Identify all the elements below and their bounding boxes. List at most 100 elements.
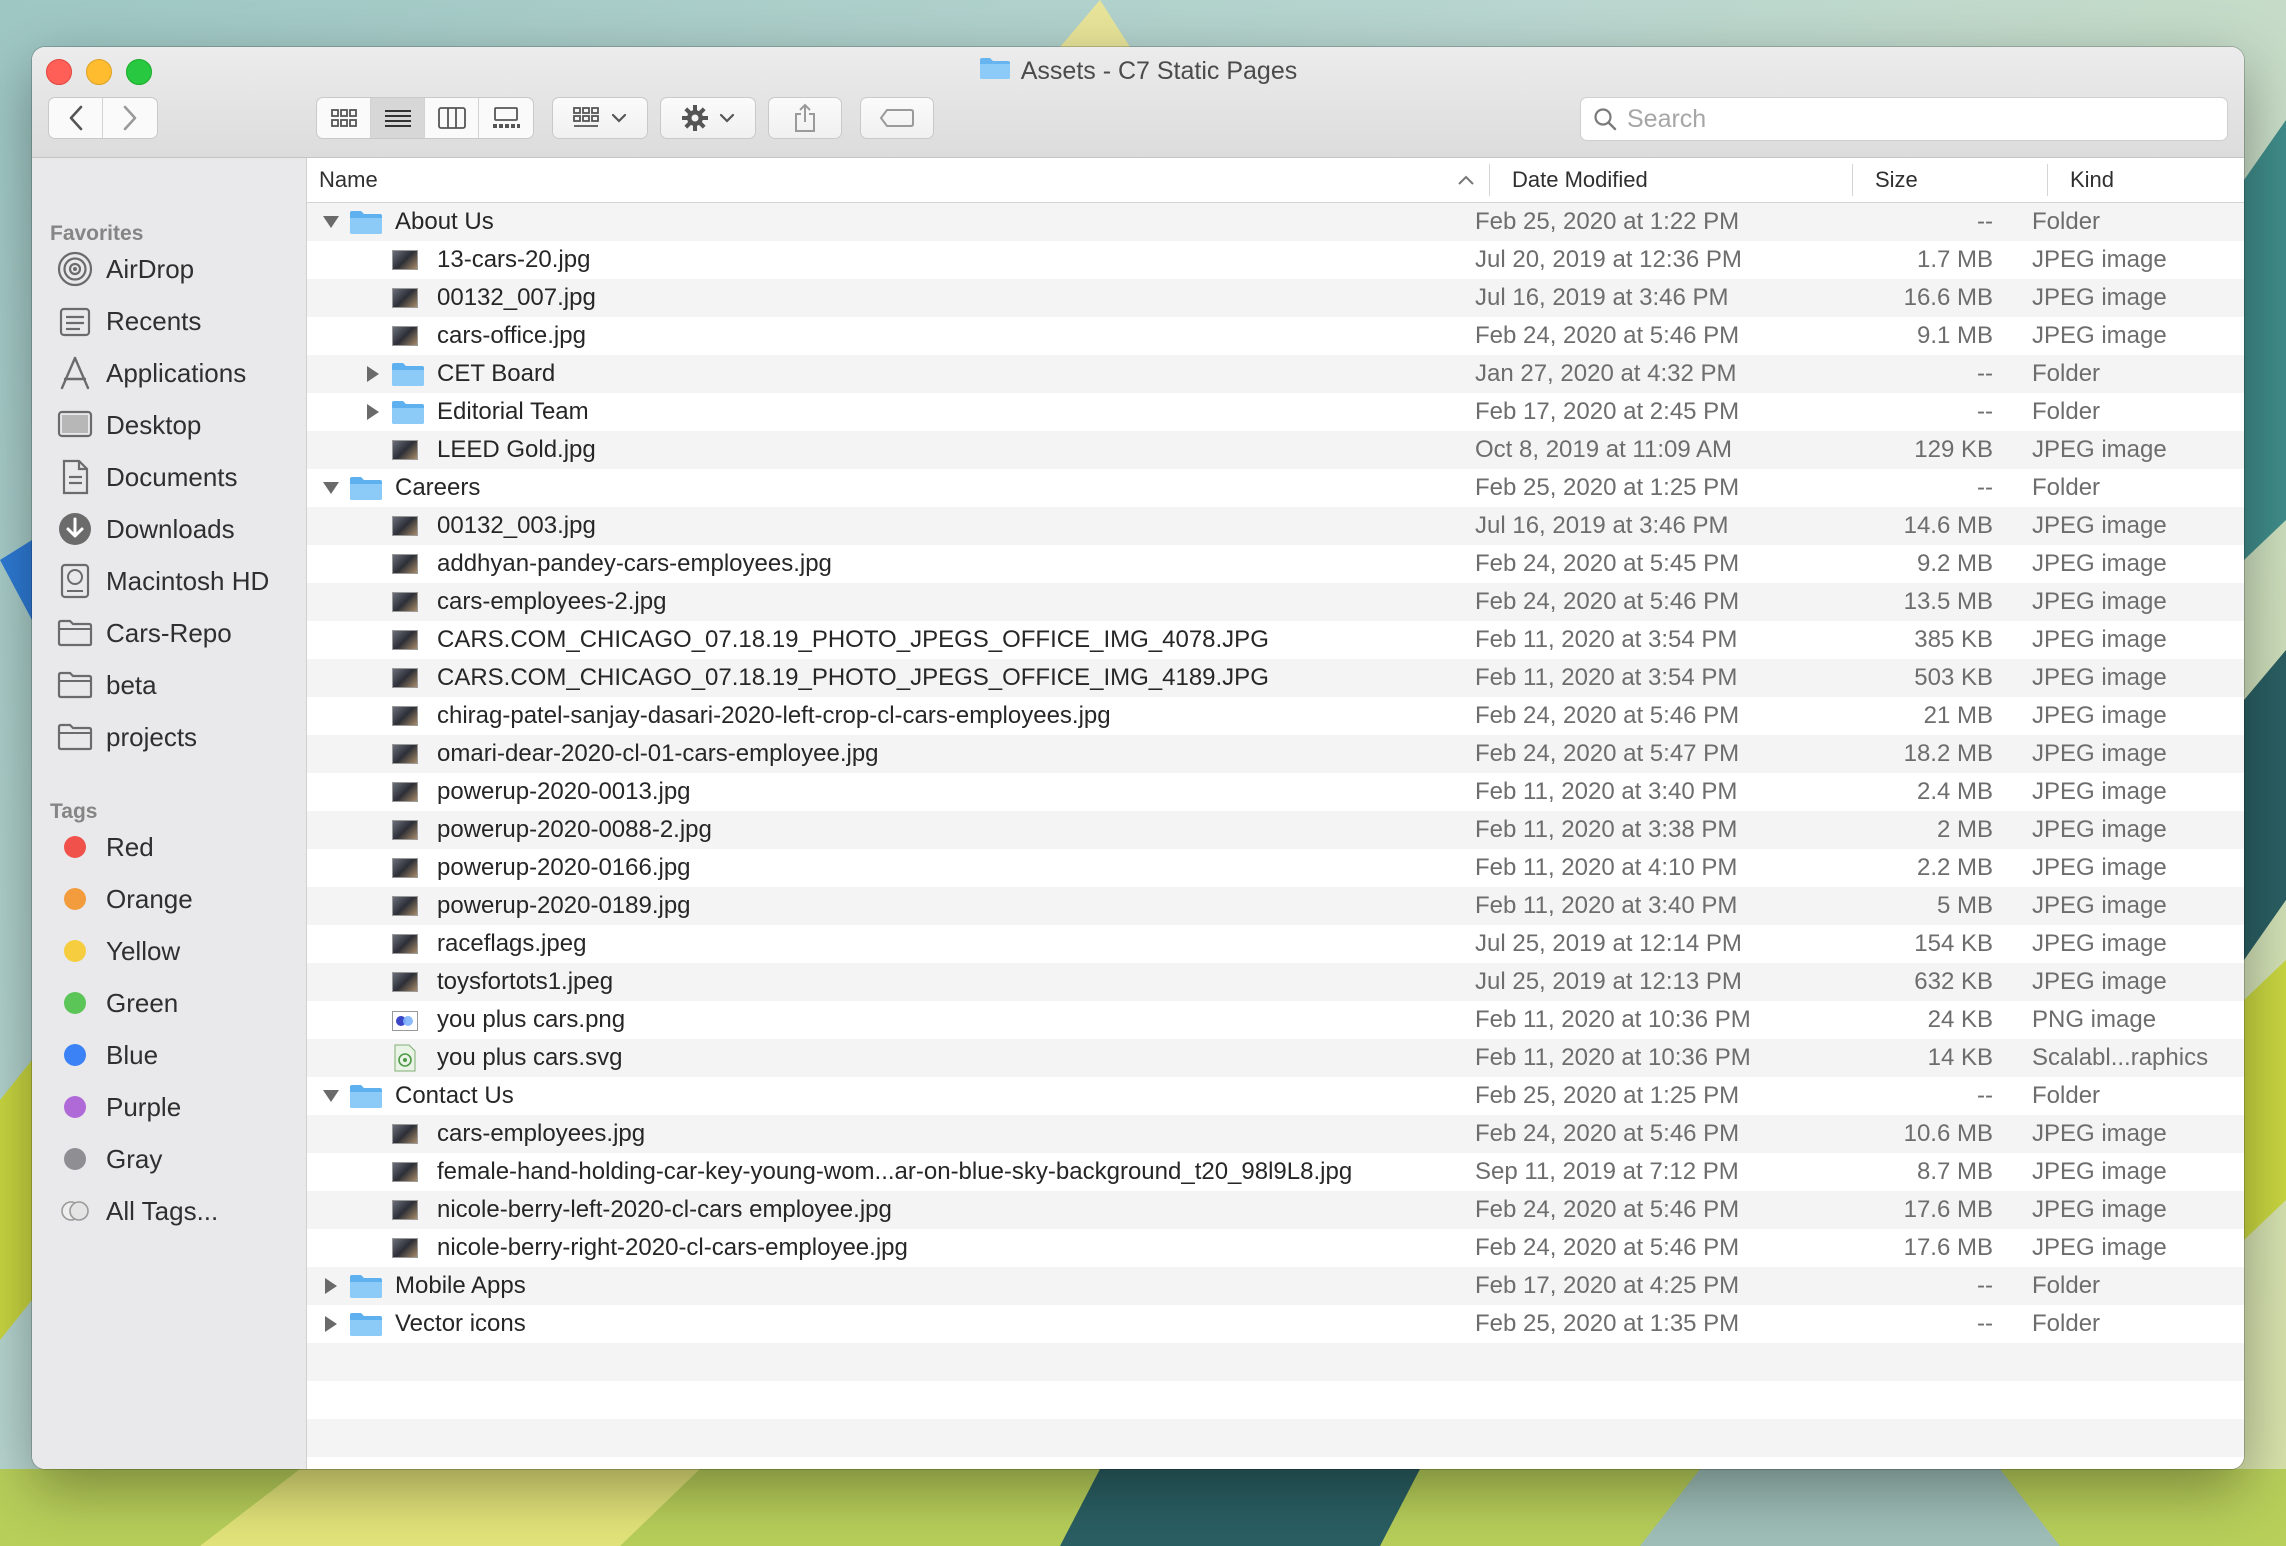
- file-rows: About Us Feb 25, 2020 at 1:22 PM -- Folder 1…: [307, 203, 2244, 1469]
- search-input[interactable]: [1627, 104, 2187, 134]
- file-row[interactable]: nicole-berry-left-2020-cl-cars employee.…: [307, 1191, 2244, 1229]
- column-view-button[interactable]: [425, 98, 479, 138]
- sidebar-item-documents[interactable]: Documents: [54, 452, 238, 502]
- file-row[interactable]: powerup-2020-0088-2.jpg Feb 11, 2020 at 3…: [307, 811, 2244, 849]
- column-header-date[interactable]: Date Modified: [1512, 158, 1648, 202]
- disclosure-collapsed-icon[interactable]: [321, 1305, 341, 1343]
- sidebar-item-downloads[interactable]: Downloads: [54, 504, 235, 554]
- file-name: LEED Gold.jpg: [437, 436, 596, 463]
- file-row[interactable]: omari-dear-2020-cl-01-cars-employee.jpg F…: [307, 735, 2244, 773]
- file-row[interactable]: LEED Gold.jpg Oct 8, 2019 at 11:09 AM 129 …: [307, 431, 2244, 469]
- disclosure-collapsed-icon[interactable]: [363, 393, 383, 431]
- file-row[interactable]: chirag-patel-sanjay-dasari-2020-left-cro…: [307, 697, 2244, 735]
- sidebar-tag-green[interactable]: Green: [54, 978, 178, 1028]
- sidebar-item-desktop[interactable]: Desktop: [54, 400, 201, 450]
- title-bar: Assets - C7 Static Pages: [32, 47, 2244, 158]
- file-name: toysfortots1.jpeg: [437, 968, 614, 995]
- sidebar-tag-purple[interactable]: Purple: [54, 1082, 181, 1132]
- date-modified: Jul 25, 2019 at 12:14 PM: [1475, 930, 1742, 957]
- column-header-name[interactable]: Name: [319, 158, 1479, 202]
- date-modified: Feb 11, 2020 at 3:38 PM: [1475, 816, 1738, 843]
- file-name: powerup-2020-0088-2.jpg: [437, 816, 712, 843]
- action-menu-button[interactable]: [660, 97, 756, 139]
- file-row[interactable]: CARS.COM_CHICAGO_07.18.19_PHOTO_JPEGS_OF…: [307, 621, 2244, 659]
- file-kind: JPEG image: [2032, 816, 2167, 843]
- column-header-kind[interactable]: Kind: [2070, 158, 2114, 202]
- svg-file-icon: [394, 1044, 416, 1079]
- file-row[interactable]: cars-office.jpg Feb 24, 2020 at 5:46 PM 9.…: [307, 317, 2244, 355]
- disclosure-expanded-icon[interactable]: [321, 203, 341, 241]
- list-view-icon: [384, 110, 411, 127]
- sidebar-item-projects[interactable]: projects: [54, 712, 197, 762]
- file-row[interactable]: nicole-berry-right-2020-cl-cars-employee…: [307, 1229, 2244, 1267]
- sidebar-tag-blue[interactable]: Blue: [54, 1030, 158, 1080]
- column-divider[interactable]: [2047, 164, 2048, 196]
- disclosure-expanded-icon[interactable]: [321, 1077, 341, 1115]
- column-divider[interactable]: [1489, 164, 1490, 196]
- list-view-button[interactable]: [371, 98, 425, 138]
- search-icon: [1594, 108, 1617, 131]
- image-file-icon: [392, 440, 418, 460]
- applications-icon: [54, 354, 96, 392]
- file-row[interactable]: 13-cars-20.jpg Jul 20, 2019 at 12:36 PM 1.…: [307, 241, 2244, 279]
- sidebar-item-cars-repo[interactable]: Cars-Repo: [54, 608, 232, 658]
- sidebar-all-tags[interactable]: All Tags...: [54, 1186, 218, 1236]
- file-row[interactable]: CARS.COM_CHICAGO_07.18.19_PHOTO_JPEGS_OF…: [307, 659, 2244, 697]
- file-kind: JPEG image: [2032, 930, 2167, 957]
- file-row[interactable]: powerup-2020-0166.jpg Feb 11, 2020 at 4:1…: [307, 849, 2244, 887]
- file-row[interactable]: toysfortots1.jpeg Jul 25, 2019 at 12:13 P…: [307, 963, 2244, 1001]
- file-row[interactable]: cars-employees-2.jpg Feb 24, 2020 at 5:46…: [307, 583, 2244, 621]
- share-button[interactable]: [768, 97, 842, 139]
- file-size: --: [1977, 208, 1993, 235]
- sidebar-item-airdrop[interactable]: AirDrop: [54, 244, 194, 294]
- folder-row[interactable]: Contact Us Feb 25, 2020 at 1:25 PM -- Folde…: [307, 1077, 2244, 1115]
- gallery-view-button[interactable]: [479, 98, 533, 138]
- file-name: nicole-berry-left-2020-cl-cars employee.…: [437, 1196, 892, 1223]
- file-size: 10.6 MB: [1903, 1120, 1993, 1147]
- file-row[interactable]: cars-employees.jpg Feb 24, 2020 at 5:46 P…: [307, 1115, 2244, 1153]
- file-row[interactable]: you plus cars.png Feb 11, 2020 at 10:36 P…: [307, 1001, 2244, 1039]
- folder-row[interactable]: Vector icons Feb 25, 2020 at 1:35 PM -- Fol…: [307, 1305, 2244, 1343]
- file-row[interactable]: raceflags.jpeg Jul 25, 2019 at 12:14 PM 15…: [307, 925, 2244, 963]
- file-row[interactable]: addhyan-pandey-cars-employees.jpg Feb 24,…: [307, 545, 2244, 583]
- folder-row[interactable]: Editorial Team Feb 17, 2020 at 2:45 PM -- F…: [307, 393, 2244, 431]
- disclosure-expanded-icon[interactable]: [321, 469, 341, 507]
- file-row[interactable]: 00132_007.jpg Jul 16, 2019 at 3:46 PM 16.6…: [307, 279, 2244, 317]
- column-header-size[interactable]: Size: [1875, 158, 1918, 202]
- date-modified: Jul 25, 2019 at 12:13 PM: [1475, 968, 1742, 995]
- sidebar-item-beta[interactable]: beta: [54, 660, 157, 710]
- column-divider[interactable]: [1852, 164, 1853, 196]
- edit-tags-button[interactable]: [860, 97, 934, 139]
- file-row[interactable]: powerup-2020-0013.jpg Feb 11, 2020 at 3:4…: [307, 773, 2244, 811]
- sidebar-tag-gray[interactable]: Gray: [54, 1134, 162, 1184]
- image-file-icon: [392, 630, 418, 650]
- folder-row[interactable]: CET Board Jan 27, 2020 at 4:32 PM -- Folder: [307, 355, 2244, 393]
- sidebar-tag-red[interactable]: Red: [54, 822, 154, 872]
- search-field[interactable]: [1580, 97, 2228, 141]
- folder-row[interactable]: Careers Feb 25, 2020 at 1:25 PM -- Folder: [307, 469, 2244, 507]
- file-row[interactable]: you plus cars.svg Feb 11, 2020 at 10:36 P…: [307, 1039, 2244, 1077]
- icon-view-button[interactable]: [317, 98, 371, 138]
- disclosure-collapsed-icon[interactable]: [321, 1267, 341, 1305]
- share-icon: [795, 103, 815, 132]
- folder-row[interactable]: Mobile Apps Feb 17, 2020 at 4:25 PM -- Fold…: [307, 1267, 2244, 1305]
- sidebar-item-recents[interactable]: Recents: [54, 296, 201, 346]
- back-button[interactable]: [49, 98, 103, 138]
- tags-heading: Tags: [50, 800, 98, 823]
- disclosure-collapsed-icon[interactable]: [363, 355, 383, 393]
- sidebar-tag-yellow[interactable]: Yellow: [54, 926, 180, 976]
- image-file-icon: [392, 1200, 418, 1220]
- file-kind: JPEG image: [2032, 664, 2167, 691]
- file-row[interactable]: 00132_003.jpg Jul 16, 2019 at 3:46 PM 14.6…: [307, 507, 2244, 545]
- file-row[interactable]: powerup-2020-0189.jpg Feb 11, 2020 at 3:4…: [307, 887, 2244, 925]
- sidebar-item-macintosh-hd[interactable]: Macintosh HD: [54, 556, 269, 606]
- forward-button[interactable]: [103, 98, 157, 138]
- folder-row[interactable]: About Us Feb 25, 2020 at 1:22 PM -- Folder: [307, 203, 2244, 241]
- image-file-icon: [392, 1238, 418, 1258]
- sidebar-tag-orange[interactable]: Orange: [54, 874, 193, 924]
- group-by-button[interactable]: [552, 97, 648, 139]
- chevron-right-icon: [123, 105, 137, 131]
- date-modified: Jan 27, 2020 at 4:32 PM: [1475, 360, 1737, 387]
- sidebar-item-applications[interactable]: Applications: [54, 348, 246, 398]
- file-row[interactable]: female-hand-holding-car-key-young-wom...…: [307, 1153, 2244, 1191]
